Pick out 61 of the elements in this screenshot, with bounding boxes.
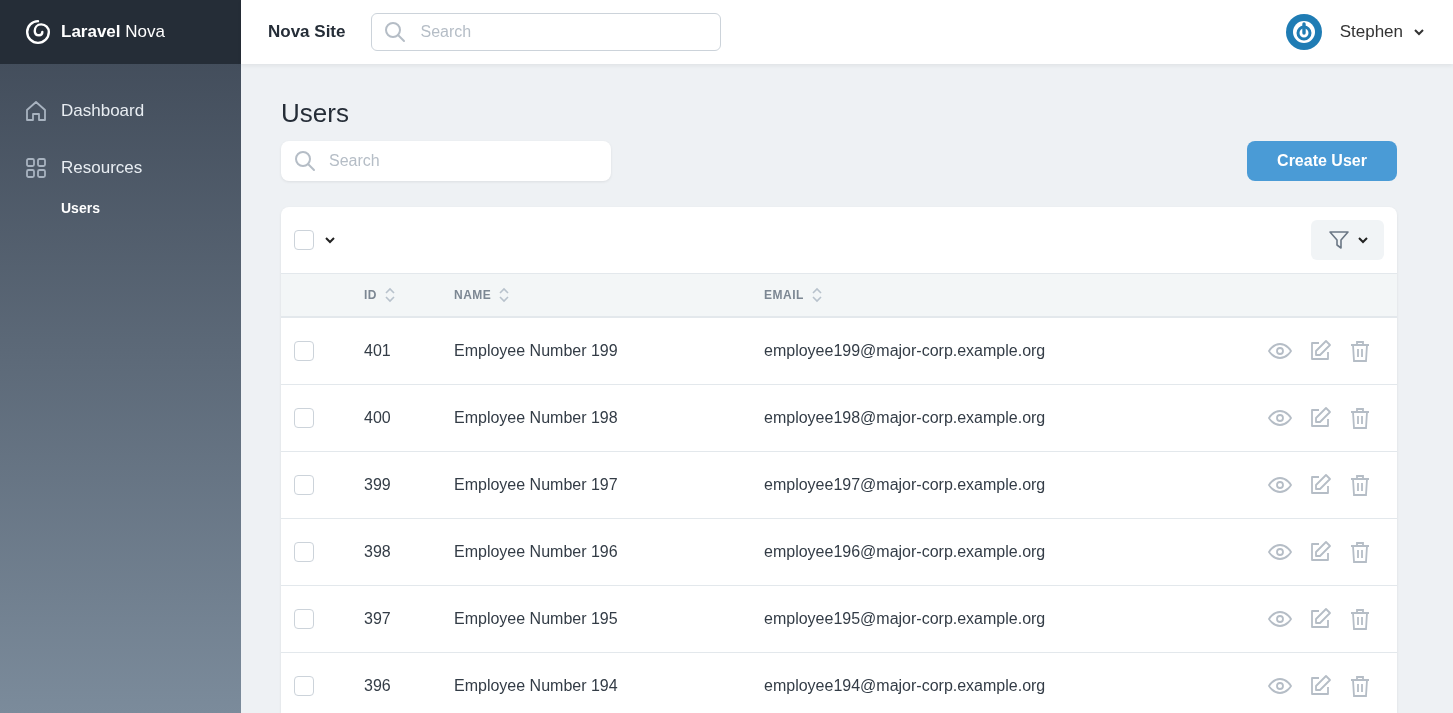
grid-icon	[24, 155, 48, 180]
row-checkbox[interactable]	[294, 408, 314, 428]
table-cell-text: 401	[364, 342, 392, 360]
trash-icon[interactable]	[1348, 473, 1372, 497]
filter-icon	[1326, 228, 1351, 252]
table-cell-text: 399	[364, 476, 392, 494]
user-menu[interactable]: Stephen	[1333, 21, 1431, 43]
sort-icon[interactable]	[811, 287, 822, 303]
table-cell: employee197@major-corp.example.org	[764, 476, 1046, 494]
table-cell: employee196@major-corp.example.org	[764, 543, 1046, 561]
column-header[interactable]: EMAIL	[764, 288, 804, 302]
column-header[interactable]: NAME	[454, 288, 492, 302]
row-checkbox[interactable]	[294, 609, 314, 629]
sidebar-item[interactable]: Resources	[0, 139, 241, 196]
table-cell: employee194@major-corp.example.org	[764, 677, 1046, 695]
trash-icon[interactable]	[1348, 674, 1372, 698]
edit-icon[interactable]	[1308, 339, 1332, 363]
page-title: Users	[281, 98, 350, 129]
table-cell: employee198@major-corp.example.org	[764, 409, 1046, 427]
search-field[interactable]: Search	[281, 141, 611, 181]
sidebar-subitem[interactable]: Users	[0, 196, 241, 220]
chevron-down-icon	[1356, 234, 1369, 246]
spiral-logo-icon	[25, 19, 51, 45]
table-cell-text: 400	[364, 409, 392, 427]
home-icon	[24, 98, 48, 123]
trash-icon[interactable]	[1348, 339, 1372, 363]
search-field[interactable]: Search	[371, 13, 722, 51]
table-cell-text: Employee Number 199	[454, 342, 619, 360]
table-cell-text: Employee Number 197	[454, 476, 619, 494]
table-cell-text: Employee Number 196	[454, 543, 619, 561]
table-cell-text: 398	[364, 543, 392, 561]
table-cell-text: Employee Number 195	[454, 610, 619, 628]
table-cell-text: Employee Number 194	[454, 677, 619, 695]
chevron-down-icon[interactable]	[324, 234, 336, 246]
edit-icon[interactable]	[1308, 540, 1332, 564]
table-cell-text: 397	[364, 610, 392, 628]
site-name: Nova Site	[268, 22, 346, 42]
table-cell: employee195@major-corp.example.org	[764, 610, 1046, 628]
brand-name[interactable]: Laravel Nova	[61, 22, 165, 42]
table-cell-text: 396	[364, 677, 392, 695]
trash-icon[interactable]	[1348, 540, 1372, 564]
column-header[interactable]: ID	[364, 288, 377, 302]
edit-icon[interactable]	[1308, 607, 1332, 631]
table-cell: employee199@major-corp.example.org	[764, 342, 1046, 360]
chevron-down-icon	[1413, 26, 1425, 38]
edit-icon[interactable]	[1308, 674, 1332, 698]
edit-icon[interactable]	[1308, 473, 1332, 497]
filter-button[interactable]	[1311, 220, 1384, 260]
table-cell-text: Employee Number 198	[454, 409, 619, 427]
select-all-checkbox[interactable]	[294, 230, 314, 250]
row-checkbox[interactable]	[294, 341, 314, 361]
sort-icon[interactable]	[385, 287, 395, 303]
sidebar-item[interactable]: Dashboard	[0, 82, 241, 139]
trash-icon[interactable]	[1348, 406, 1372, 430]
row-checkbox[interactable]	[294, 542, 314, 562]
sort-icon[interactable]	[499, 287, 510, 303]
row-checkbox[interactable]	[294, 475, 314, 495]
row-checkbox[interactable]	[294, 676, 314, 696]
edit-icon[interactable]	[1308, 406, 1332, 430]
trash-icon[interactable]	[1348, 607, 1372, 631]
avatar-icon[interactable]	[1285, 14, 1322, 50]
